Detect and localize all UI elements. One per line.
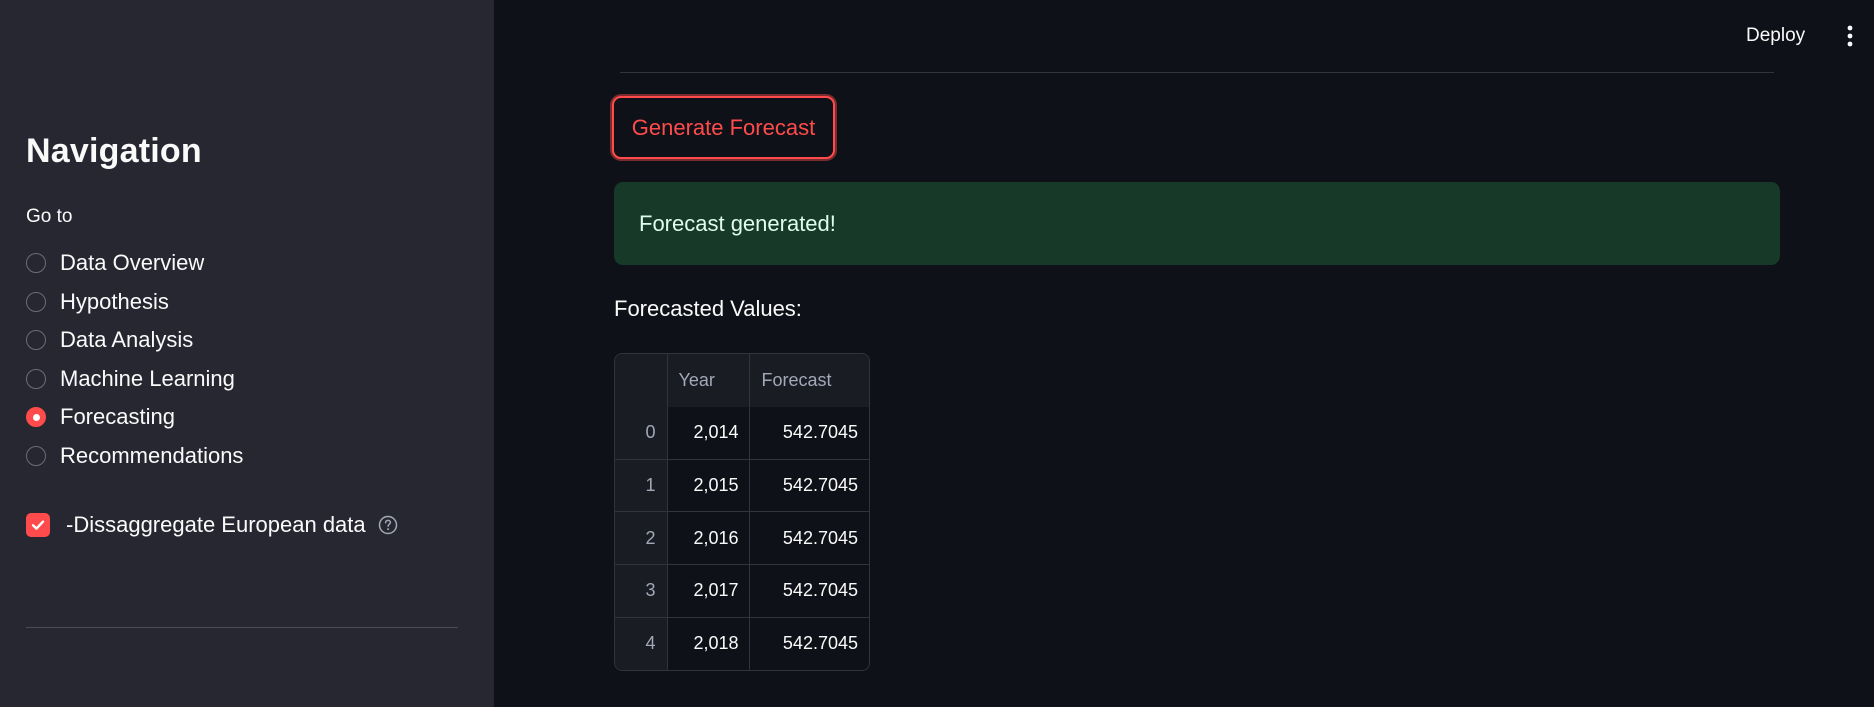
forecast-cell[interactable]: 542.7045 — [749, 511, 869, 566]
sidebar: Navigation Go to Data Overview Hypothesi… — [0, 0, 494, 707]
radio-option-forecasting[interactable]: Forecasting — [26, 398, 466, 437]
row-index-cell[interactable]: 2 — [615, 511, 668, 566]
radio-option-machine-learning[interactable]: Machine Learning — [26, 360, 466, 399]
radio-option-recommendations[interactable]: Recommendations — [26, 437, 466, 476]
table-row: 1 2,015 542.7045 — [615, 459, 869, 513]
generate-forecast-button[interactable]: Generate Forecast — [612, 96, 835, 159]
radio-option-label: Forecasting — [60, 404, 175, 430]
row-index-cell[interactable]: 4 — [615, 617, 668, 670]
vertical-dots-icon[interactable] — [1844, 24, 1856, 50]
navigation-radio-group: Data Overview Hypothesis Data Analysis M… — [26, 244, 466, 475]
radio-circle-icon[interactable] — [26, 291, 46, 312]
success-message: Forecast generated! — [639, 210, 836, 236]
forecast-cell[interactable]: 542.7045 — [749, 564, 869, 618]
forecast-cell[interactable]: 542.7045 — [749, 459, 869, 513]
year-cell[interactable]: 2,014 — [667, 406, 751, 460]
radio-option-hypothesis[interactable]: Hypothesis — [26, 283, 466, 322]
checkmark-icon — [31, 520, 45, 530]
radio-option-label: Data Analysis — [60, 327, 194, 353]
year-cell[interactable]: 2,016 — [667, 511, 751, 566]
year-cell[interactable]: 2,017 — [667, 564, 751, 618]
radio-option-label: Hypothesis — [60, 288, 169, 314]
forecast-dataframe[interactable]: Year Forecast 0 2,014 542.7045 1 2,015 5… — [614, 353, 870, 671]
radio-option-label: Machine Learning — [60, 365, 235, 391]
table-row: 3 2,017 542.7045 — [615, 564, 869, 618]
forecast-table-title: Forecasted Values: — [614, 296, 802, 321]
main-divider — [620, 72, 1774, 73]
table-header-row: Year Forecast — [615, 354, 869, 407]
row-index-cell[interactable]: 3 — [615, 564, 668, 618]
year-cell[interactable]: 2,018 — [667, 617, 751, 670]
checkbox-label: -Dissaggregate European data — [66, 512, 366, 537]
radio-option-data-overview[interactable]: Data Overview — [26, 244, 466, 283]
radio-option-data-analysis[interactable]: Data Analysis — [26, 321, 466, 360]
radio-circle-icon[interactable] — [26, 445, 46, 466]
deploy-button[interactable]: Deploy — [1740, 20, 1811, 52]
radio-circle-icon[interactable] — [26, 253, 46, 274]
disaggregate-european-checkbox[interactable]: -Dissaggregate European data — [26, 512, 398, 538]
radio-option-label: Data Overview — [60, 250, 205, 276]
radio-option-label: Recommendations — [60, 442, 244, 468]
radio-circle-icon[interactable] — [26, 330, 46, 351]
forecast-table: Year Forecast 0 2,014 542.7045 1 2,015 5… — [615, 354, 869, 670]
row-index-cell[interactable]: 1 — [615, 459, 668, 513]
forecast-cell[interactable]: 542.7045 — [750, 617, 869, 670]
app-root: Navigation Go to Data Overview Hypothesi… — [0, 0, 1874, 707]
column-header-forecast[interactable]: Forecast — [749, 354, 869, 407]
year-cell[interactable]: 2,015 — [667, 459, 751, 513]
forecast-cell[interactable]: 542.7045 — [749, 406, 869, 460]
radio-group-label: Go to — [26, 206, 73, 227]
sidebar-title: Navigation — [26, 132, 202, 170]
row-index-cell[interactable]: 0 — [615, 406, 668, 460]
column-header-index[interactable] — [615, 354, 668, 407]
question-circle-icon[interactable] — [378, 515, 398, 535]
column-header-year[interactable]: Year — [667, 354, 751, 407]
table-row: 2 2,016 542.7045 — [615, 511, 869, 566]
radio-selected-icon[interactable] — [26, 407, 46, 428]
radio-circle-icon[interactable] — [26, 368, 46, 389]
table-row: 4 2,018 542.7045 — [615, 617, 869, 670]
checkbox-checked-icon[interactable] — [26, 513, 50, 537]
table-row: 0 2,014 542.7045 — [615, 406, 869, 460]
success-alert: Forecast generated! — [614, 182, 1780, 265]
sidebar-divider — [26, 627, 458, 628]
